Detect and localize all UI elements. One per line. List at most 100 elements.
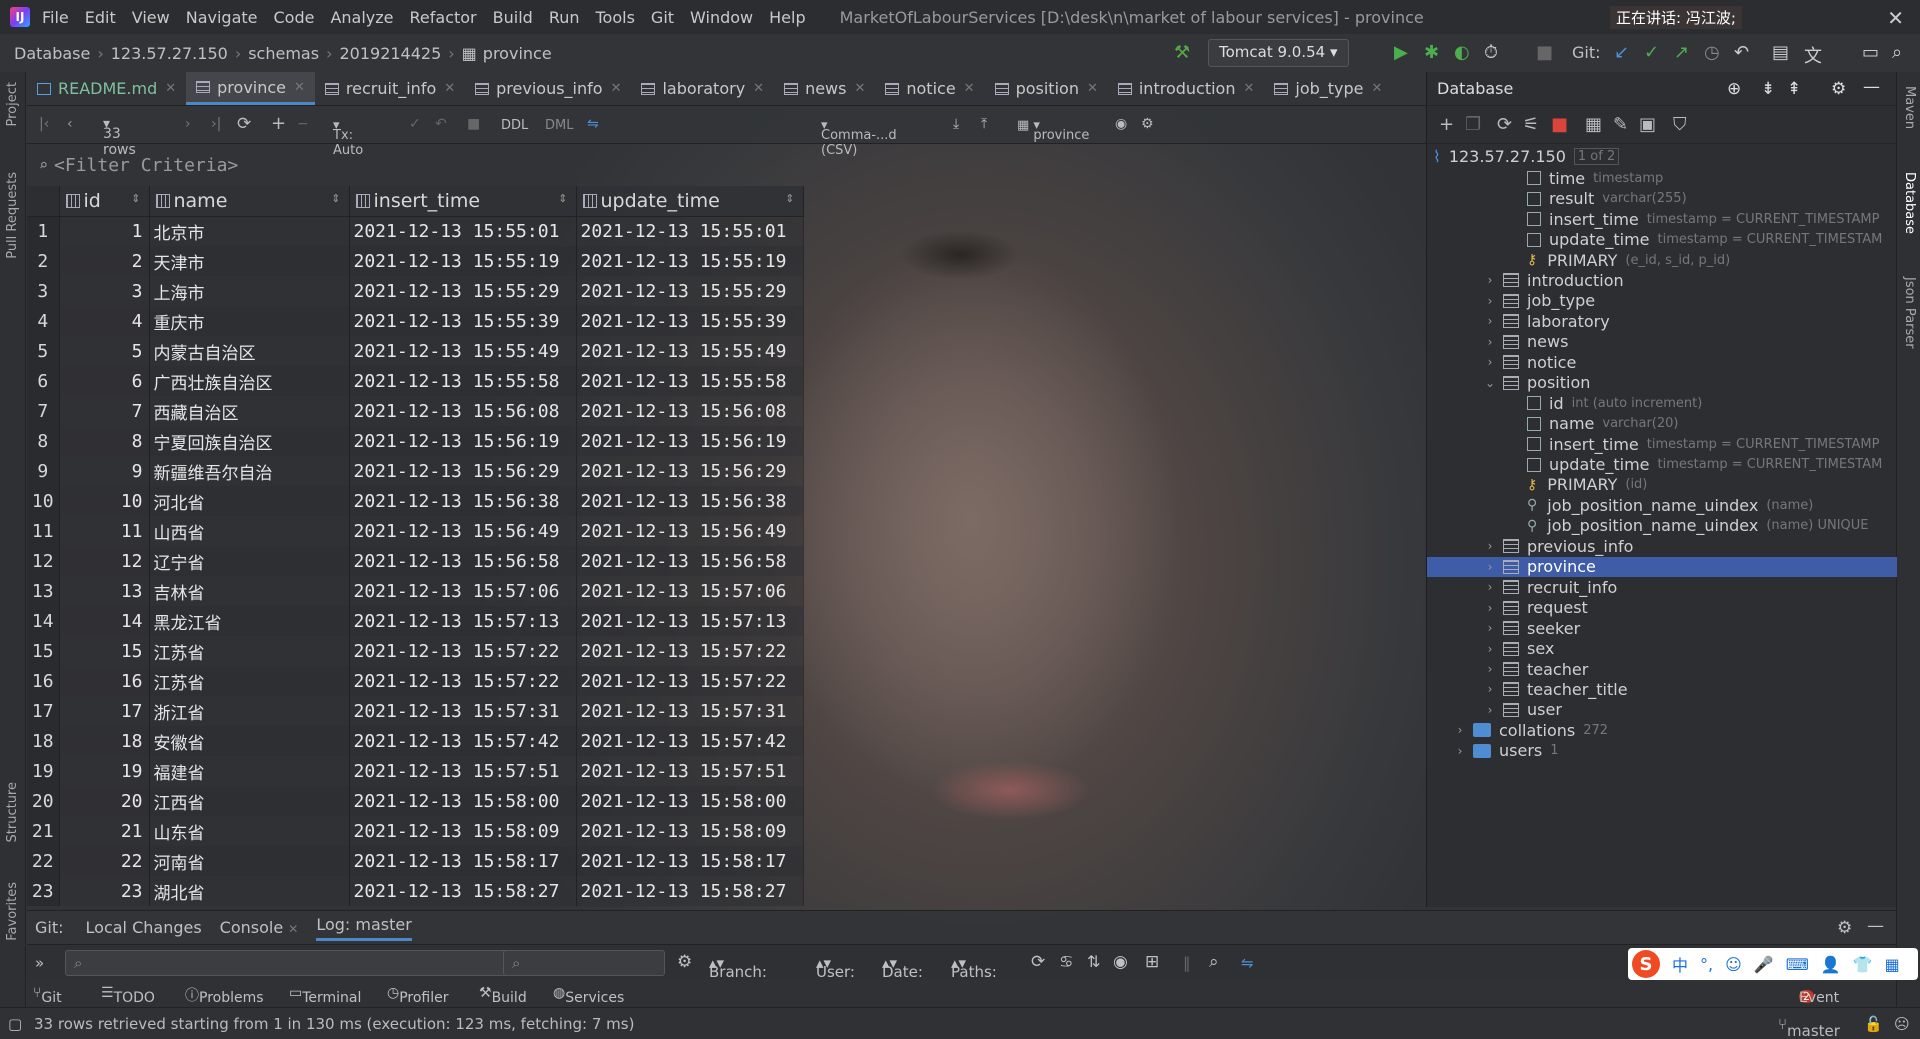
tree-node-table[interactable]: › teacher_title — [1427, 679, 1897, 699]
name-cell[interactable]: 内蒙古自治区 — [149, 336, 350, 366]
skin-icon[interactable]: 👕 — [1853, 955, 1873, 974]
id-cell[interactable]: 18 — [59, 726, 150, 756]
project-structure-icon[interactable]: ▤ — [1772, 42, 1789, 63]
properties-icon[interactable]: ⚟ — [1523, 114, 1539, 135]
tree-node-col[interactable]: id int (auto increment) — [1427, 393, 1897, 413]
close-tab-icon[interactable]: ✕ — [1243, 81, 1254, 96]
name-cell[interactable]: 重庆市 — [149, 306, 350, 336]
chevron-right-icon[interactable]: › — [1483, 580, 1497, 594]
tab-log-master[interactable]: Log: master — [316, 915, 412, 941]
chevron-right-icon[interactable]: › — [1483, 355, 1497, 369]
panel-settings-icon[interactable]: ⚙ — [1837, 918, 1852, 938]
tree-node-table[interactable]: › notice — [1427, 352, 1897, 372]
id-cell[interactable]: 15 — [59, 636, 150, 666]
emoji-icon[interactable]: ☺ — [1725, 955, 1742, 974]
hide-panel-icon[interactable]: — — [1867, 916, 1884, 936]
name-cell[interactable]: 新疆维吾尔自治 — [149, 456, 350, 486]
id-cell[interactable]: 22 — [59, 846, 150, 876]
id-cell[interactable]: 19 — [59, 756, 150, 786]
update-time-cell[interactable]: 2021-12-13 15:55:49 — [576, 336, 804, 366]
close-tab-icon[interactable]: ✕ — [165, 81, 176, 96]
tree-node-table[interactable]: › previous_info — [1427, 536, 1897, 556]
menu-edit[interactable]: Edit — [85, 8, 116, 27]
tree-node-idx[interactable]: ⚲ job_position_name_uindex (name) UNIQUE — [1427, 516, 1897, 536]
tree-node-table-sel[interactable]: › province — [1427, 556, 1897, 577]
toolbox-icon[interactable]: ▦ — [1885, 955, 1900, 974]
table-row[interactable]: 11 11 山西省 2021-12-13 15:56:49 2021-12-13 15:… — [27, 516, 869, 546]
close-tab-icon[interactable]: ✕ — [611, 81, 622, 96]
git-rollback-icon[interactable]: ↶ — [1734, 42, 1749, 63]
close-tab-icon[interactable]: ✕ — [288, 922, 298, 936]
table-row[interactable]: 7 7 西藏自治区 2021-12-13 15:56:08 2021-12-13 15:… — [27, 396, 869, 426]
tree-node-idx[interactable]: ⚲ job_position_name_uindex (name) — [1427, 495, 1897, 515]
insert-time-cell[interactable]: 2021-12-13 15:55:58 — [349, 366, 577, 396]
column-header-update-time[interactable]: update_time ⇕ — [576, 186, 804, 217]
filter-icon[interactable]: ⛉ — [1673, 114, 1687, 135]
tree-node-table[interactable]: › request — [1427, 597, 1897, 617]
table-row[interactable]: 16 16 江苏省 2021-12-13 15:57:22 2021-12-13 15:… — [27, 666, 869, 696]
insert-time-cell[interactable]: 2021-12-13 15:56:29 — [349, 456, 577, 486]
git-commit-icon[interactable]: ✓ — [1644, 42, 1659, 63]
tree-node-col[interactable]: update_time timestamp = CURRENT_TIMESTAM — [1427, 229, 1897, 249]
hide-panel-icon[interactable]: — — [1863, 77, 1880, 97]
id-cell[interactable]: 14 — [59, 606, 150, 636]
chevron-right-icon[interactable]: › — [1483, 335, 1497, 349]
chevron-right-icon[interactable]: › — [1453, 723, 1467, 737]
tree-node-table[interactable]: › recruit_info — [1427, 577, 1897, 597]
update-time-cell[interactable]: 2021-12-13 15:56:19 — [576, 426, 804, 456]
services-tool-button[interactable]: ◍ Services — [553, 985, 624, 1006]
column-header-insert-time[interactable]: insert_time ⇕ — [349, 186, 577, 217]
json-parser-tool-button[interactable]: Json Parser — [1902, 277, 1917, 349]
table-row[interactable]: 20 20 江西省 2021-12-13 15:58:00 2021-12-13 15:… — [27, 786, 869, 816]
menu-navigate[interactable]: Navigate — [186, 8, 258, 27]
breadcrumb-table[interactable]: province — [483, 44, 552, 63]
update-time-cell[interactable]: 2021-12-13 15:58:27 — [576, 876, 804, 906]
insert-time-cell[interactable]: 2021-12-13 15:58:09 — [349, 816, 577, 846]
tab-console[interactable]: Console ✕ — [220, 918, 299, 937]
edit-icon[interactable]: ✎ — [1613, 114, 1628, 135]
table-row[interactable]: 5 5 内蒙古自治区 2021-12-13 15:55:49 2021-12-13 15… — [27, 336, 869, 366]
tree-node-table[interactable]: › user — [1427, 700, 1897, 720]
id-cell[interactable]: 21 — [59, 816, 150, 846]
update-time-cell[interactable]: 2021-12-13 15:57:06 — [576, 576, 804, 606]
id-cell[interactable]: 17 — [59, 696, 150, 726]
update-time-cell[interactable]: 2021-12-13 15:57:22 — [576, 666, 804, 696]
memory-indicator-icon[interactable]: ☹ — [1894, 1015, 1910, 1033]
update-time-cell[interactable]: 2021-12-13 15:55:01 — [576, 216, 804, 246]
insert-time-cell[interactable]: 2021-12-13 15:57:13 — [349, 606, 577, 636]
git-update-icon[interactable]: ↙ — [1614, 42, 1629, 63]
keyboard-icon[interactable]: ⌨ — [1786, 955, 1809, 974]
maven-tool-button[interactable]: Maven — [1902, 86, 1917, 129]
sort-icon[interactable]: ⇕ — [131, 192, 140, 205]
profile-icon[interactable]: ⏱ — [1484, 42, 1498, 63]
table-row[interactable]: 6 6 广西壮族自治区 2021-12-13 15:55:58 2021-12-13 1… — [27, 366, 869, 396]
insert-time-cell[interactable]: 2021-12-13 15:55:49 — [349, 336, 577, 366]
chevron-right-icon[interactable]: › — [1483, 314, 1497, 328]
sort-icon[interactable]: ⇕ — [331, 192, 340, 205]
coverage-icon[interactable]: ◐ — [1454, 42, 1470, 63]
sort-icon[interactable]: ⇕ — [558, 192, 567, 205]
id-cell[interactable]: 8 — [59, 426, 150, 456]
name-cell[interactable]: 吉林省 — [149, 576, 350, 606]
filter-bar[interactable]: ⌕ <Filter Criteria> — [27, 148, 1427, 182]
chevron-right-icon[interactable]: › — [1483, 294, 1497, 308]
tab-local-changes[interactable]: Local Changes — [86, 918, 202, 937]
name-cell[interactable]: 福建省 — [149, 756, 350, 786]
compare-icon[interactable]: ⇋ — [587, 116, 599, 132]
search-everywhere-icon[interactable]: ⌕ — [1892, 42, 1902, 63]
menu-build[interactable]: Build — [493, 8, 533, 27]
insert-time-cell[interactable]: 2021-12-13 15:57:51 — [349, 756, 577, 786]
menu-tools[interactable]: Tools — [596, 8, 635, 27]
datasource-node[interactable]: ⌇ 123.57.27.150 1 of 2 — [1427, 144, 1897, 168]
reload-icon[interactable]: ⟳ — [237, 114, 251, 134]
table-row[interactable]: 15 15 江苏省 2021-12-13 15:57:22 2021-12-13 15:… — [27, 636, 869, 666]
table-row[interactable]: 23 23 湖北省 2021-12-13 15:58:27 2021-12-13 15:… — [27, 876, 869, 906]
tree-node-col[interactable]: insert_time timestamp = CURRENT_TIMESTAMP — [1427, 434, 1897, 454]
table-row[interactable]: 9 9 新疆维吾尔自治 2021-12-13 15:56:29 2021-12-13 1… — [27, 456, 869, 486]
branch-search-input[interactable]: ⌕ — [65, 950, 525, 976]
tx-mode-select[interactable]: Tx: Auto ▾ — [333, 118, 363, 158]
menu-git[interactable]: Git — [651, 8, 674, 27]
view-icon[interactable]: ◉ — [1115, 116, 1127, 132]
name-cell[interactable]: 江苏省 — [149, 666, 350, 696]
cancel-query-icon[interactable]: ■ — [467, 116, 480, 132]
